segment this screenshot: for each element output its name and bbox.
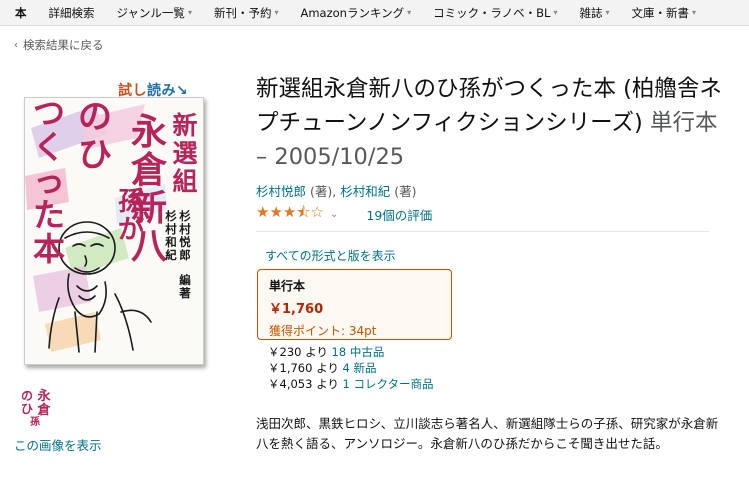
svg-text:倉: 倉 — [36, 402, 51, 418]
author-link-1[interactable]: 杉村悦郎 — [256, 184, 306, 199]
chevron-down-icon: ▾ — [692, 8, 697, 17]
chevron-down-icon: ▾ — [553, 8, 558, 17]
cover-thumbnail[interactable]: 永 倉 の ひ 孫 — [15, 387, 55, 427]
offer-used: ￥230 より 18 中古品 — [268, 345, 385, 359]
look-inside-badge[interactable]: 試し読み↘ — [118, 80, 188, 100]
chevron-down-icon: ▾ — [407, 8, 412, 17]
rating-row: ★★★⯪☆ ⌄ 19個の評価 — [256, 202, 432, 227]
nav-item-magazines[interactable]: 雑誌 ▾ — [579, 5, 609, 21]
offer-collector: ￥4,053 より 1 コレクター商品 — [268, 377, 434, 391]
divider — [256, 231, 709, 232]
author-role-1: (著), — [310, 184, 337, 199]
chevron-down-icon[interactable]: ⌄ — [330, 209, 338, 220]
offer-new-link[interactable]: 4 新品 — [343, 361, 377, 375]
format-option-selected[interactable]: 単行本 ￥1,760 獲得ポイント: 34pt — [257, 269, 452, 340]
back-link-label: 検索結果に戻る — [23, 38, 104, 52]
offer-collector-link[interactable]: 1 コレクター商品 — [343, 377, 434, 391]
author-role-2: (著) — [394, 184, 417, 199]
arrow-down-icon: ↘ — [176, 83, 189, 99]
star-rating[interactable]: ★★★⯪☆ — [256, 202, 324, 227]
cover-title-col4: つくった本 — [33, 98, 65, 268]
author-line: 杉村悦郎 (著), 杉村和紀 (著) — [256, 181, 416, 200]
offer-new: ￥1,760 より 4 新品 — [268, 361, 377, 375]
offers-list: ￥230 より 18 中古品 ￥1,760 より 4 新品 ￥4,053 より … — [268, 344, 434, 392]
format-price: ￥1,760 — [269, 302, 324, 317]
nav-item-ranking[interactable]: Amazonランキング ▾ — [300, 5, 411, 21]
back-to-results-link[interactable]: ‹ 検索結果に戻る — [14, 37, 104, 53]
svg-text:の: の — [21, 389, 33, 403]
nav-item-advanced-search[interactable]: 詳細検索 — [49, 5, 95, 21]
top-nav: 本 詳細検索 ジャンル一覧 ▾ 新刊・予約 ▾ Amazonランキング ▾ コミック・… — [0, 0, 749, 26]
svg-text:永: 永 — [36, 388, 51, 404]
nav-item-comics[interactable]: コミック・ラノベ・BL ▾ — [433, 5, 557, 21]
author-link-2[interactable]: 杉村和紀 — [340, 184, 390, 199]
offer-used-link[interactable]: 18 中古品 — [332, 345, 385, 359]
cover-editor-b: 杉村和紀 — [165, 209, 177, 262]
format-points: 獲得ポイント: 34pt — [269, 324, 377, 338]
all-formats-link[interactable]: すべての形式と版を表示 — [265, 247, 396, 264]
cover-title-col1: 新選組 — [172, 111, 197, 196]
chevron-left-icon: ‹ — [14, 39, 18, 51]
svg-text:ひ: ひ — [21, 402, 33, 416]
nav-item-paperbacks[interactable]: 文庫・新書 ▾ — [632, 5, 697, 21]
format-name: 単行本 — [269, 279, 306, 293]
nav-item-books[interactable]: 本 — [15, 5, 27, 21]
nav-item-genres[interactable]: ジャンル一覧 ▾ — [117, 5, 192, 21]
book-cover-image[interactable]: 新選組 永倉新八 のひ 孫が つくった本 杉村悦郎 杉村和紀 編著 — [24, 97, 204, 365]
product-description: 浅田次郎、黒鉄ヒロシ、立川談志ら著名人、新選組隊士らの子孫、研究家が永倉新八を熱… — [256, 416, 719, 451]
chevron-down-icon: ▾ — [605, 8, 610, 17]
cover-title-col3b: 孫が — [118, 187, 144, 245]
cover-title-col3: のひ — [78, 98, 112, 175]
svg-text:孫: 孫 — [30, 415, 40, 427]
cover-editor-a: 杉村悦郎 — [179, 209, 191, 262]
view-image-link[interactable]: この画像を表示 — [14, 435, 102, 454]
ratings-count-link[interactable]: 19個の評価 — [366, 205, 432, 224]
chevron-down-icon: ▾ — [187, 8, 192, 17]
nav-item-new-releases[interactable]: 新刊・予約 ▾ — [214, 5, 279, 21]
chevron-down-icon: ▾ — [274, 8, 279, 17]
product-title: 新選組永倉新八のひ孫がつくった本 (柏艪舎ネプチューンノンフィクションシリーズ)… — [256, 72, 726, 174]
cover-editor-role: 編著 — [179, 273, 191, 300]
